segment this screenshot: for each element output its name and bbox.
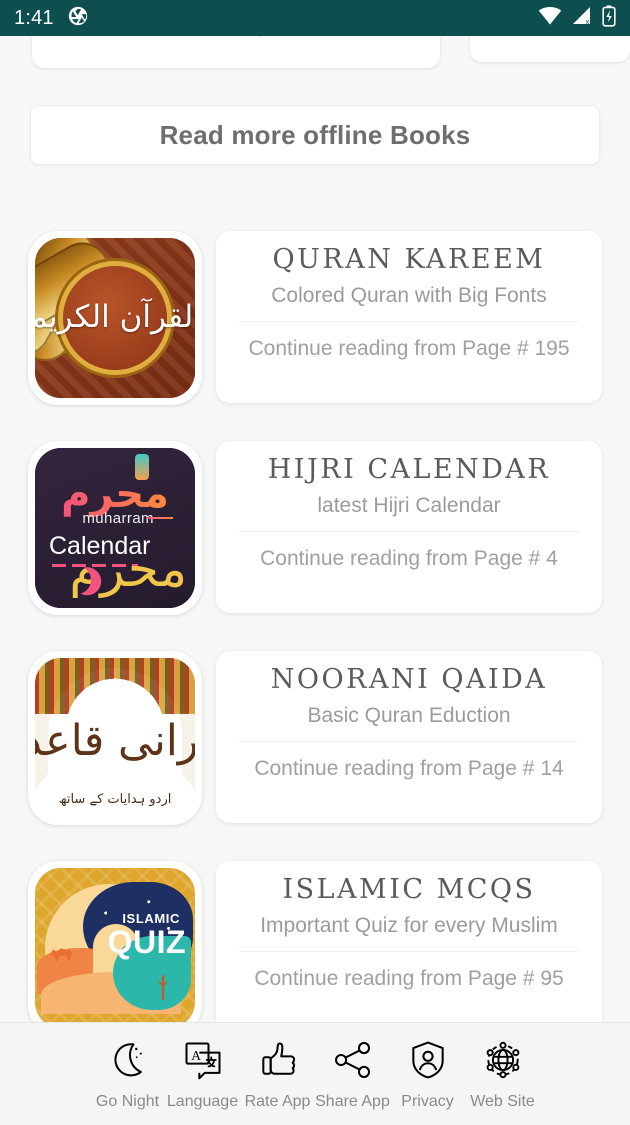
- noorani-icon-urdu-subtitle: اردو ہدایات کے ساتھ: [58, 792, 172, 807]
- nav-label: Go Night: [95, 1093, 160, 1110]
- book-row[interactable]: نورانی قاعدہ اردو ہدایات کے ساتھ NOORANI…: [0, 612, 630, 825]
- previous-section-partial-cards: [0, 36, 630, 70]
- book-subtitle: Important Quiz for every Muslim: [260, 914, 558, 938]
- aperture-icon: [67, 5, 89, 32]
- bottom-navigation-bar: Go Night A Language Rate App Share App P…: [0, 1022, 630, 1125]
- nav-item-go-night[interactable]: Go Night: [90, 1035, 165, 1111]
- book-row[interactable]: القرآن الكريم QURAN KAREEM Colored Quran…: [0, 192, 630, 405]
- book-subtitle: Basic Quran Eduction: [307, 704, 511, 728]
- book-icon-wrapper[interactable]: نورانی قاعدہ اردو ہدایات کے ساتھ: [28, 651, 202, 825]
- nav-label: Web Site: [470, 1093, 535, 1110]
- hijri-calendar-icon: محرم muharram Calendar محرم: [35, 448, 195, 608]
- book-card[interactable]: QURAN KAREEM Colored Quran with Big Font…: [216, 231, 602, 403]
- book-title: ISLAMIC MCQS: [282, 874, 536, 905]
- shield-person-icon[interactable]: [403, 1035, 453, 1085]
- book-icon-wrapper[interactable]: محرم muharram Calendar محرم: [28, 441, 202, 615]
- islamic-quiz-icon: ISLAMIC QUIZ: [35, 868, 195, 1022]
- book-card-divider: [239, 321, 579, 323]
- moon-icon[interactable]: [103, 1035, 153, 1085]
- nav-item-language[interactable]: A Language: [165, 1035, 240, 1111]
- nav-item-privacy[interactable]: Privacy: [390, 1035, 465, 1111]
- nav-item-share-app[interactable]: Share App: [315, 1035, 390, 1111]
- read-more-label: Read more offline Books: [159, 119, 471, 150]
- noorani-icon-calligraphy: نورانی قاعدہ: [35, 716, 195, 767]
- book-title: HIJRI CALENDAR: [267, 454, 551, 485]
- quiz-icon-label-big: QUIZ: [107, 924, 186, 960]
- wifi-icon: [538, 6, 562, 31]
- book-icon-wrapper[interactable]: القرآن الكريم: [28, 231, 202, 405]
- read-more-offline-books-button[interactable]: Read more offline Books: [30, 105, 600, 165]
- partial-card-right[interactable]: [470, 36, 630, 62]
- quran-icon-calligraphy: القرآن الكريم: [35, 298, 195, 335]
- book-card-divider: [239, 741, 579, 743]
- book-row[interactable]: ISLAMIC QUIZ ISLAMIC MCQS Important Quiz…: [0, 822, 630, 1022]
- cellular-no-signal-icon: x: [571, 6, 593, 31]
- book-card[interactable]: ISLAMIC MCQS Important Quiz for every Mu…: [216, 861, 602, 1022]
- status-bar: 1:41 x: [0, 0, 630, 36]
- svg-text:x: x: [586, 17, 590, 26]
- book-card[interactable]: NOORANI QAIDA Basic Quran Eduction Conti…: [216, 651, 602, 823]
- status-time: 1:41: [14, 7, 54, 29]
- status-bar-left: 1:41: [14, 5, 89, 32]
- globe-network-icon[interactable]: [478, 1035, 528, 1085]
- status-bar-right: x: [538, 4, 616, 32]
- share-nodes-icon[interactable]: [328, 1035, 378, 1085]
- book-subtitle: Colored Quran with Big Fonts: [271, 284, 547, 308]
- nav-label: Rate App: [244, 1093, 311, 1110]
- svg-text:A: A: [191, 1048, 201, 1063]
- nav-label: Privacy: [401, 1093, 454, 1110]
- book-card-divider: [239, 531, 579, 533]
- book-title: QURAN KAREEM: [272, 244, 546, 275]
- book-card-divider: [239, 951, 579, 953]
- partial-card-divider: [259, 36, 260, 38]
- thumbs-up-icon[interactable]: [253, 1035, 303, 1085]
- quran-kareem-icon: القرآن الكريم: [35, 238, 195, 398]
- translate-icon[interactable]: A: [178, 1035, 228, 1085]
- hijri-icon-muharram: muharram: [82, 510, 154, 527]
- battery-charging-icon: [602, 4, 616, 32]
- nav-label: Language: [166, 1093, 239, 1110]
- book-continue-reading[interactable]: Continue reading from Page # 95: [254, 967, 563, 991]
- book-continue-reading[interactable]: Continue reading from Page # 4: [260, 547, 558, 571]
- app-screen: 1:41 x Read more offline Books القرآن ال…: [0, 0, 630, 1125]
- partial-card-left[interactable]: [32, 36, 440, 68]
- book-subtitle: latest Hijri Calendar: [317, 494, 501, 518]
- nav-item-web-site[interactable]: Web Site: [465, 1035, 540, 1111]
- noorani-qaida-icon: نورانی قاعدہ اردو ہدایات کے ساتھ: [35, 658, 195, 818]
- book-title: NOORANI QAIDA: [270, 664, 548, 695]
- book-card[interactable]: HIJRI CALENDAR latest Hijri Calendar Con…: [216, 441, 602, 613]
- book-continue-reading[interactable]: Continue reading from Page # 14: [254, 757, 563, 781]
- book-icon-wrapper[interactable]: ISLAMIC QUIZ: [28, 861, 202, 1022]
- nav-label: Share App: [315, 1093, 390, 1110]
- books-scroll-area[interactable]: Read more offline Books القرآن الكريم QU…: [0, 36, 630, 1022]
- book-continue-reading[interactable]: Continue reading from Page # 195: [248, 337, 569, 361]
- nav-item-rate-app[interactable]: Rate App: [240, 1035, 315, 1111]
- book-row[interactable]: محرم muharram Calendar محرم HIJRI CALEND…: [0, 402, 630, 615]
